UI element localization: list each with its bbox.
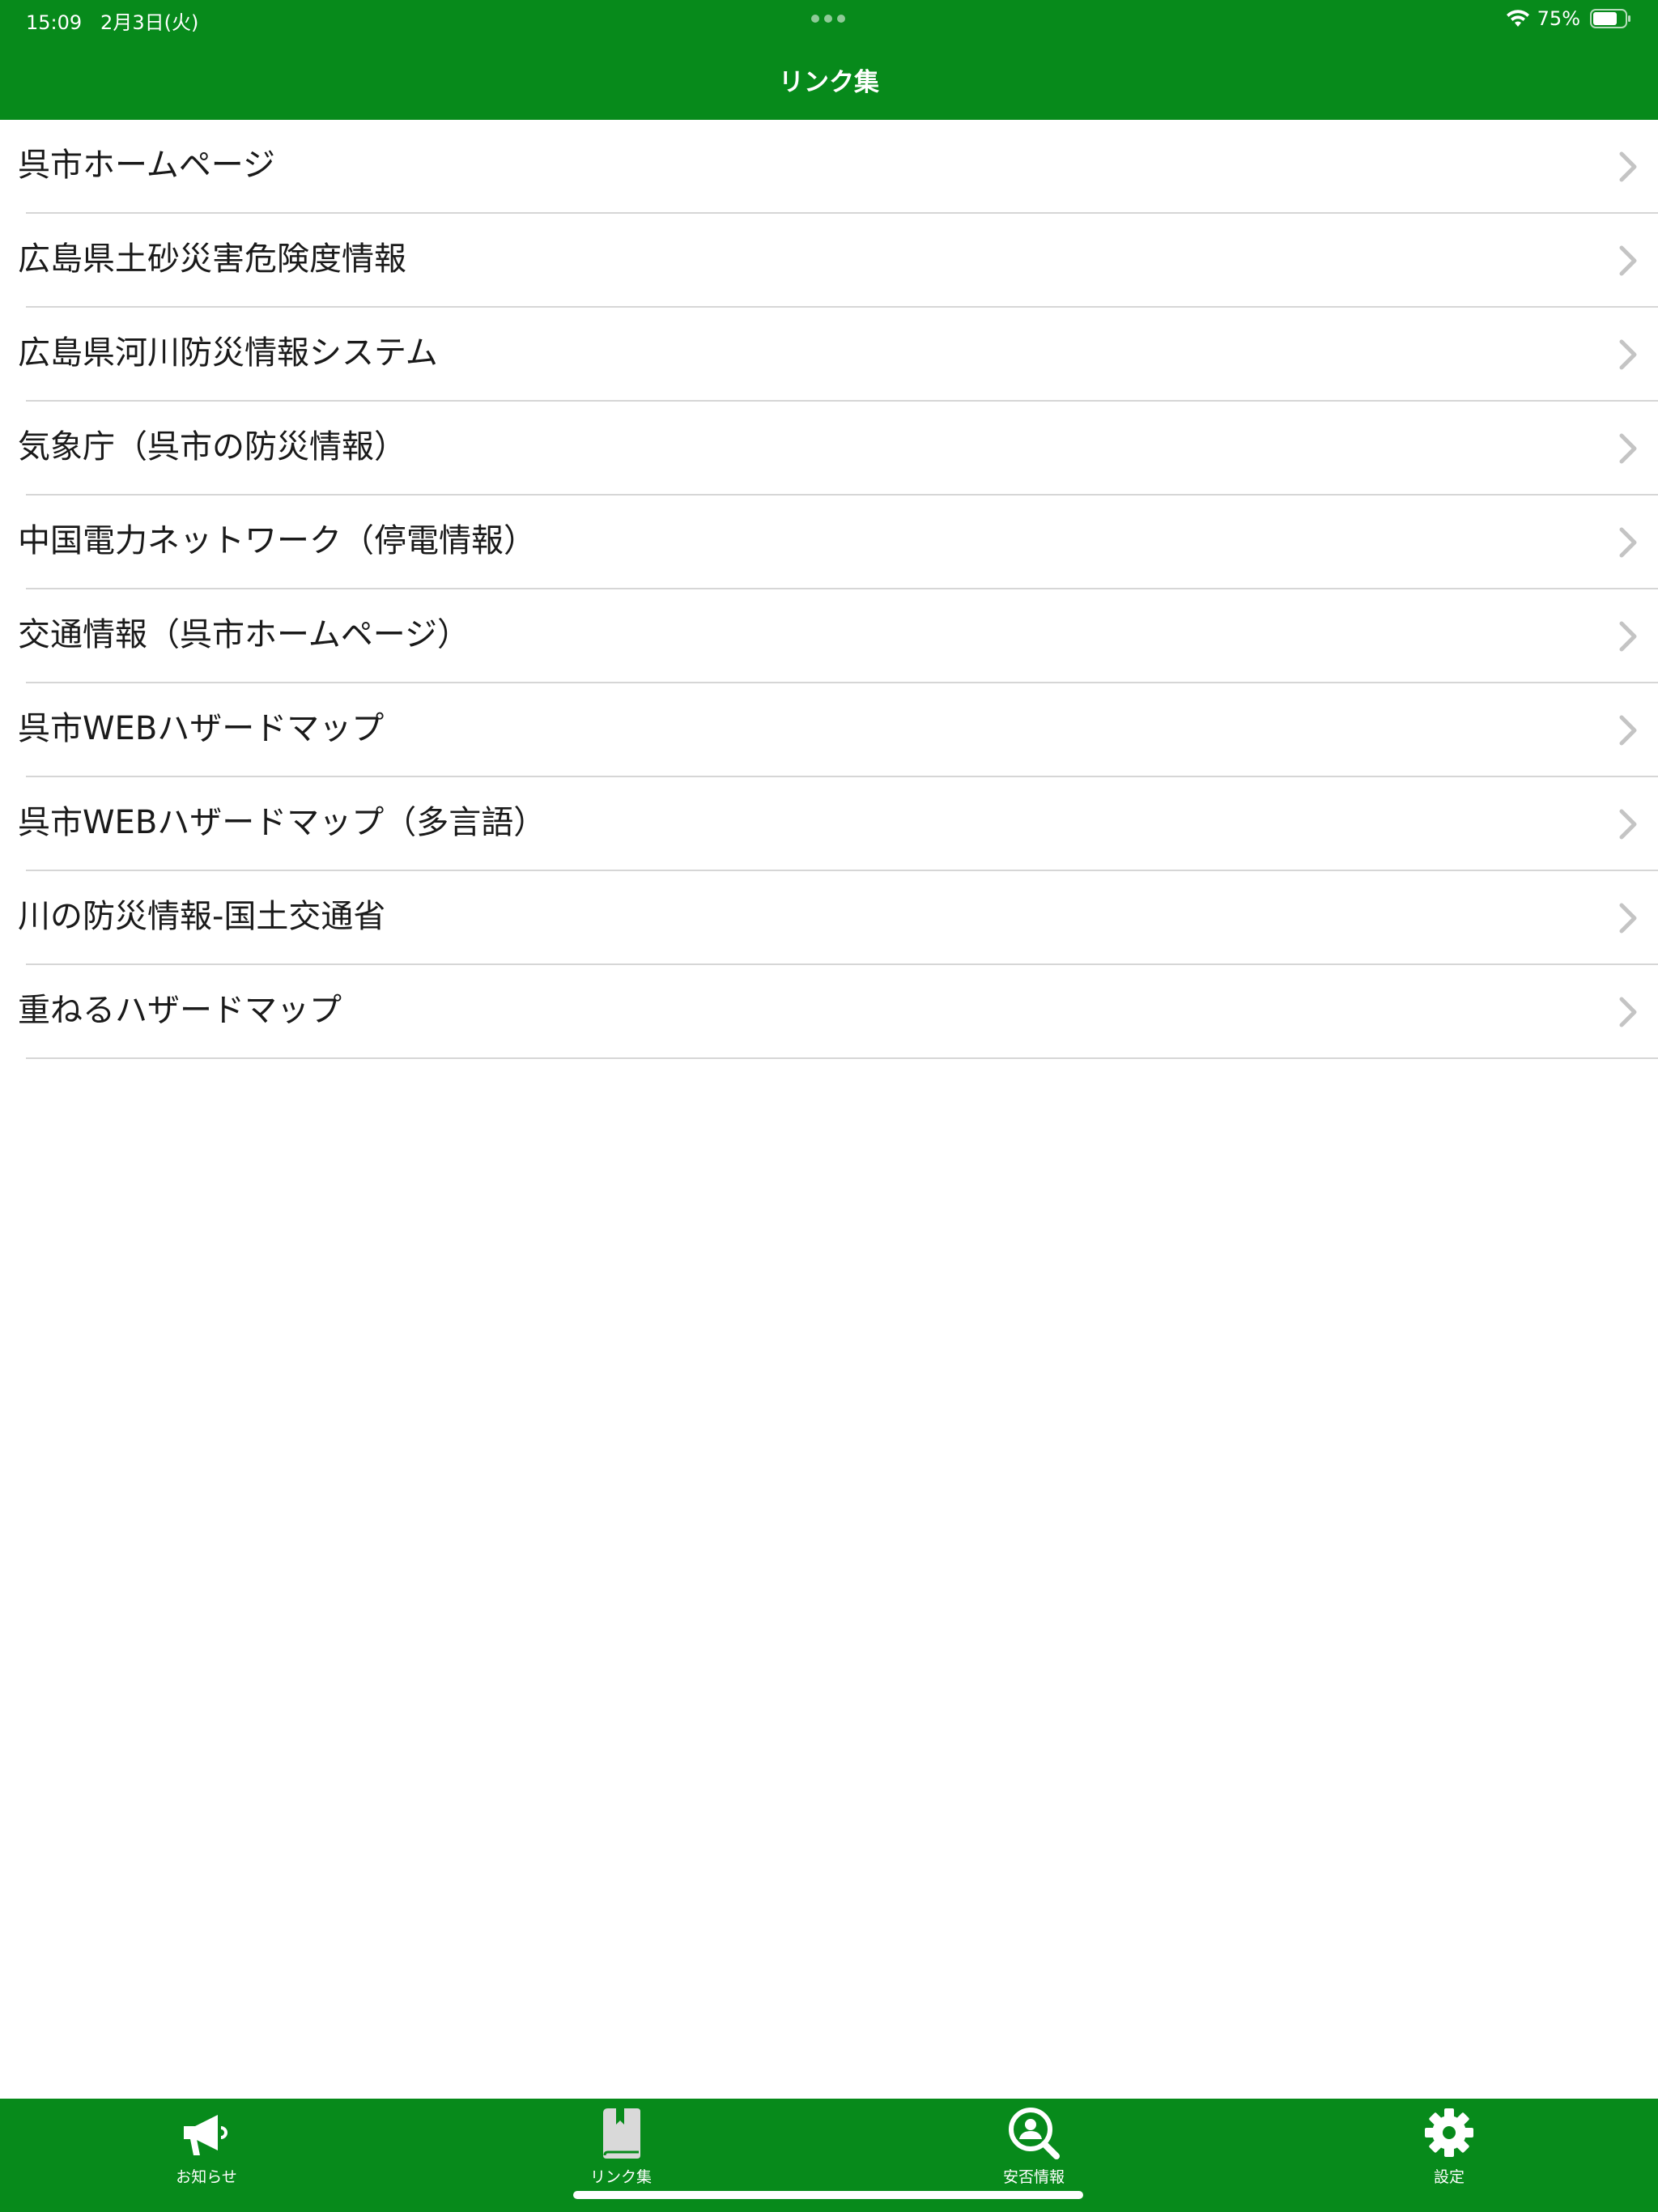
wifi-icon bbox=[1506, 10, 1529, 27]
link-item-chugoku-power-outage[interactable]: 中国電力ネットワーク（停電情報） bbox=[18, 496, 1658, 589]
tab-notices[interactable]: お知らせ bbox=[125, 2099, 287, 2196]
battery-icon bbox=[1590, 9, 1630, 28]
tab-label: 設定 bbox=[1433, 2168, 1465, 2186]
list-item-label: 川の防災情報-国土交通省 bbox=[18, 898, 386, 935]
chevron-right-icon bbox=[1619, 245, 1637, 276]
link-item-kure-web-hazard-map[interactable]: 呉市WEBハザードマップ bbox=[18, 683, 1658, 777]
chevron-right-icon bbox=[1619, 339, 1637, 370]
chevron-right-icon bbox=[1619, 621, 1637, 652]
multitasking-dots-icon[interactable] bbox=[811, 15, 847, 23]
tab-links[interactable]: リンク集 bbox=[540, 2099, 702, 2196]
list-item-label: 呉市WEBハザードマップ bbox=[18, 710, 385, 747]
tab-label: お知らせ bbox=[176, 2168, 237, 2186]
battery-percent: 75% bbox=[1537, 7, 1580, 30]
list-item-label: 呉市ホームページ bbox=[18, 147, 275, 184]
link-item-kure-city-homepage[interactable]: 呉市ホームページ bbox=[18, 120, 1658, 214]
link-item-jma-kure-disaster-info[interactable]: 気象庁（呉市の防災情報） bbox=[18, 402, 1658, 496]
gear-icon bbox=[1425, 2108, 1473, 2157]
list-item-label: 重ねるハザードマップ bbox=[18, 992, 342, 1029]
list-item-label: 気象庁（呉市の防災情報） bbox=[18, 428, 406, 466]
chevron-right-icon bbox=[1619, 903, 1637, 934]
link-item-hiroshima-river-disaster-system[interactable]: 広島県河川防災情報システム bbox=[18, 308, 1658, 402]
list-item-label: 広島県河川防災情報システム bbox=[18, 334, 438, 372]
link-item-hiroshima-landslide-risk[interactable]: 広島県土砂災害危険度情報 bbox=[18, 214, 1658, 308]
link-item-overlay-hazard-map[interactable]: 重ねるハザードマップ bbox=[18, 965, 1658, 1059]
chevron-right-icon bbox=[1619, 527, 1637, 558]
app-header: 15:09 2月3日(火) 75% リンク集 bbox=[0, 0, 1658, 120]
list-item-label: 呉市WEBハザードマップ（多言語） bbox=[18, 804, 546, 841]
megaphone-icon bbox=[184, 2115, 227, 2155]
list-item-label: 広島県土砂災害危険度情報 bbox=[18, 240, 406, 278]
tab-settings[interactable]: 設定 bbox=[1368, 2099, 1530, 2196]
chevron-right-icon bbox=[1619, 997, 1637, 1027]
status-bar: 15:09 2月3日(火) 75% bbox=[0, 0, 1658, 39]
list-item-label: 中国電力ネットワーク（停電情報） bbox=[18, 522, 536, 559]
tab-label: 安否情報 bbox=[1002, 2168, 1065, 2186]
chevron-right-icon bbox=[1619, 151, 1637, 182]
status-time: 15:09 2月3日(火) bbox=[26, 11, 199, 34]
link-item-traffic-info[interactable]: 交通情報（呉市ホームページ） bbox=[18, 589, 1658, 683]
page-title: リンク集 bbox=[779, 68, 879, 97]
status-indicators: 75% bbox=[1505, 5, 1632, 32]
chevron-right-icon bbox=[1619, 715, 1637, 746]
link-item-kure-web-hazard-map-multilingual[interactable]: 呉市WEBハザードマップ（多言語） bbox=[18, 777, 1658, 871]
chevron-right-icon bbox=[1619, 433, 1637, 464]
list-item-label: 交通情報（呉市ホームページ） bbox=[18, 616, 470, 653]
bookmark-book-icon bbox=[603, 2108, 640, 2159]
chevron-right-icon bbox=[1619, 809, 1637, 840]
link-list: 呉市ホームページ 広島県土砂災害危険度情報 広島県河川防災情報システム 気象庁（… bbox=[0, 120, 1658, 1059]
tab-safety-info[interactable]: 安否情報 bbox=[953, 2099, 1115, 2196]
person-search-icon bbox=[1009, 2108, 1060, 2159]
link-item-mlit-river-disaster-info[interactable]: 川の防災情報-国土交通省 bbox=[18, 871, 1658, 965]
tab-label: リンク集 bbox=[589, 2168, 652, 2186]
tab-bar: お知らせ リンク集 安否情報 設定 bbox=[0, 2099, 1658, 2212]
home-indicator[interactable] bbox=[573, 2191, 1083, 2199]
